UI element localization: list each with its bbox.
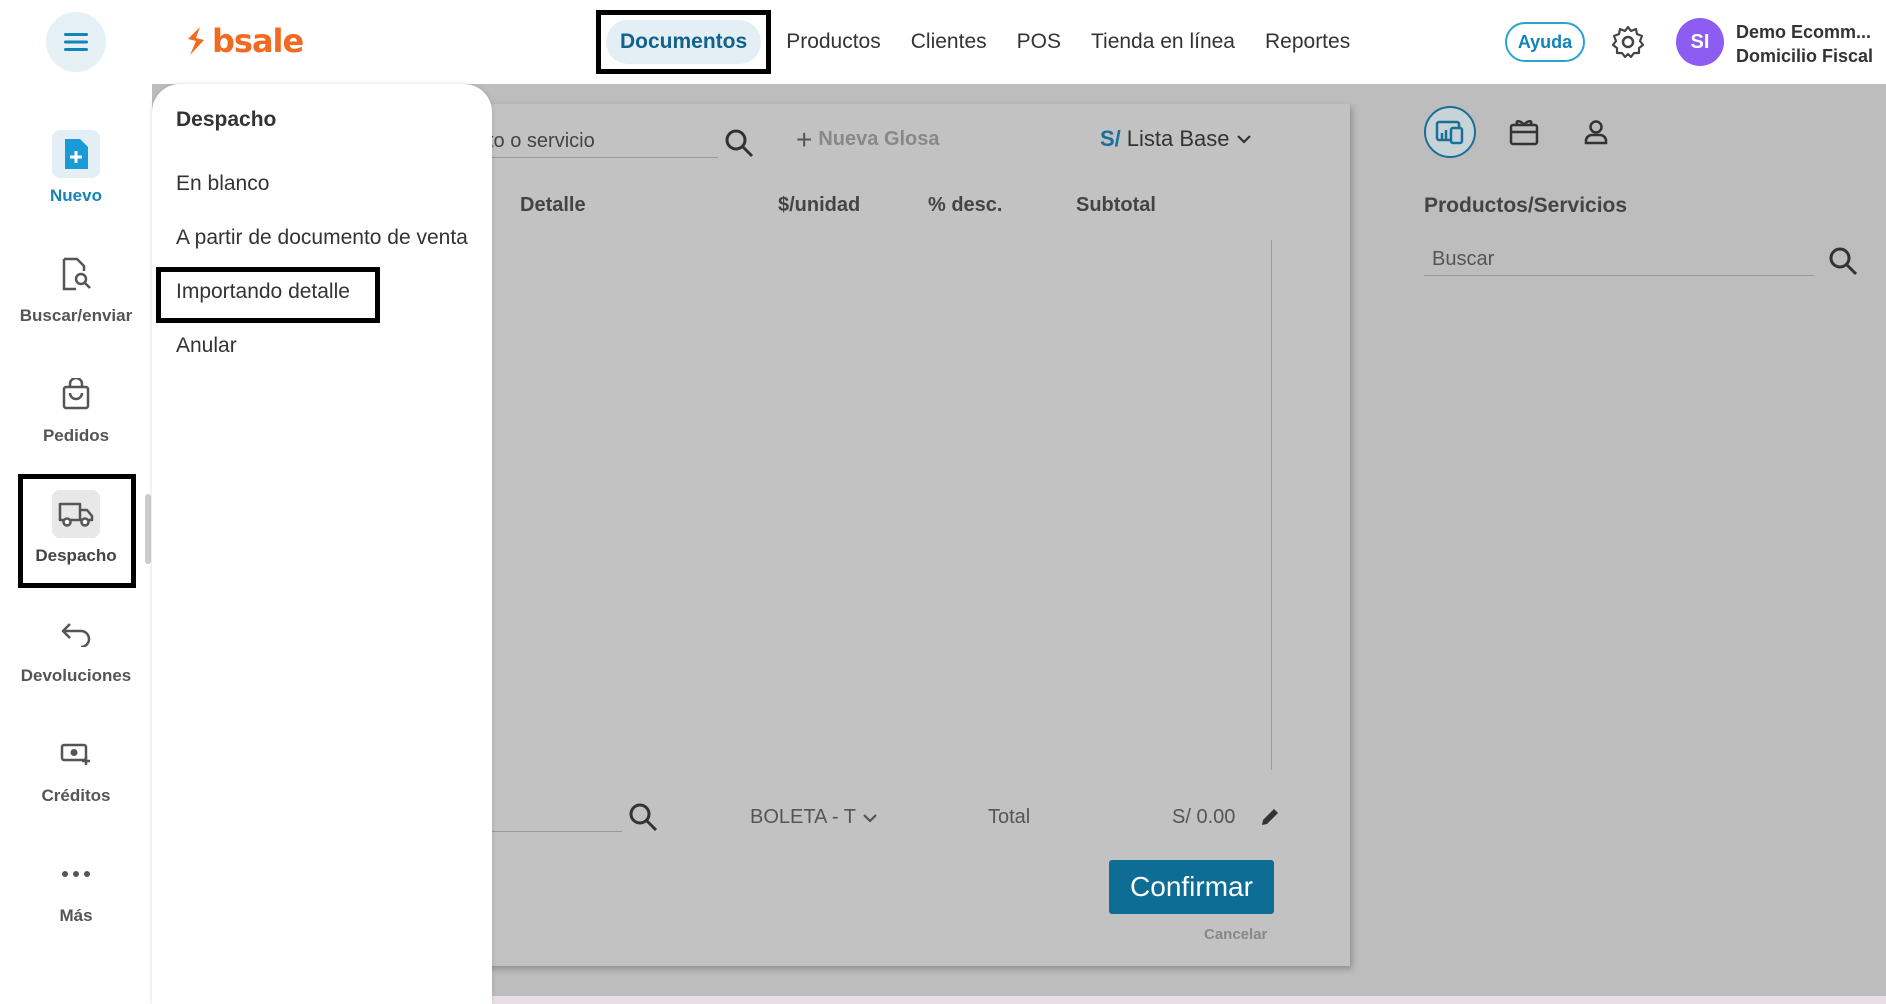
hamburger-menu-button[interactable]: [46, 12, 106, 72]
right-panel-search-input[interactable]: Buscar: [1424, 244, 1814, 276]
sidebar-item-label: Pedidos: [42, 426, 110, 445]
shopping-bag-icon: [52, 370, 100, 418]
hamburger-icon: [64, 33, 88, 51]
money-plus-icon: [52, 730, 100, 778]
nav-item-clientes[interactable]: Clientes: [896, 30, 1002, 54]
sidebar-item-pedidos[interactable]: Pedidos: [0, 370, 152, 446]
sidebar-item-label: Buscar/enviar: [19, 306, 133, 325]
sidebar-item-mas[interactable]: Más: [0, 850, 152, 926]
cancel-link[interactable]: Cancelar: [1204, 926, 1267, 943]
logo-text: bsale: [212, 22, 304, 60]
person-icon: [1584, 120, 1608, 145]
menu-item-anular[interactable]: Anular: [176, 334, 237, 358]
search-icon[interactable]: [724, 128, 754, 158]
confirm-button[interactable]: Confirmar: [1109, 860, 1274, 914]
gear-icon[interactable]: [1610, 24, 1646, 60]
table-scrollbar[interactable]: [1271, 240, 1272, 770]
gift-card-icon: [1509, 120, 1539, 146]
sidebar-item-creditos[interactable]: Créditos: [0, 730, 152, 806]
importando-detalle-highlight-box: [156, 267, 380, 323]
return-arrow-icon: [52, 610, 100, 658]
main-nav: Documentos Productos Clientes POS Tienda…: [596, 8, 1365, 76]
sidebar-item-nuevo[interactable]: Nuevo: [0, 130, 152, 206]
plus-icon: +: [796, 123, 813, 155]
bsale-logo-icon: [188, 27, 204, 55]
sidebar-item-label: Créditos: [41, 786, 111, 805]
top-bar: bsale Documentos Productos Clientes POS …: [0, 0, 1886, 84]
document-type-label: BOLETA - T: [750, 806, 856, 828]
column-header-unit-price: $/unidad: [778, 194, 861, 216]
sidebar-item-label: Más: [59, 906, 93, 925]
nav-item-documentos[interactable]: Documentos: [606, 20, 762, 64]
menu-item-desde-documento-venta[interactable]: A partir de documento de venta: [176, 226, 468, 250]
despacho-menu: Despacho En blanco A partir de documento…: [152, 84, 492, 1004]
logo[interactable]: bsale: [184, 22, 304, 60]
user-name: Demo Ecomm...: [1736, 22, 1872, 42]
search-icon[interactable]: [1828, 246, 1858, 276]
client-search-input[interactable]: [488, 804, 622, 832]
more-dots-icon: [52, 850, 100, 898]
nav-item-tienda-en-linea[interactable]: Tienda en línea: [1076, 30, 1250, 54]
sidebar-item-label: Nuevo: [50, 186, 102, 205]
avatar[interactable]: SI: [1676, 18, 1724, 66]
new-glosa-button[interactable]: + Nueva Glosa: [796, 123, 940, 155]
pencil-icon[interactable]: [1259, 806, 1281, 828]
column-header-detalle: Detalle: [520, 194, 586, 216]
product-search-input[interactable]: to o servicio: [488, 128, 718, 158]
currency-symbol: S/: [1100, 126, 1121, 151]
document-search-icon: [52, 250, 100, 298]
new-document-icon: [52, 130, 100, 178]
tab-gift-cards[interactable]: [1498, 106, 1550, 158]
total-value: S/ 0.00: [1172, 806, 1236, 828]
document-card: [470, 104, 1350, 966]
help-button[interactable]: Ayuda: [1505, 22, 1585, 62]
price-list-label: Lista Base: [1126, 126, 1230, 151]
sidebar-item-buscar-enviar[interactable]: Buscar/enviar: [0, 250, 152, 326]
document-type-selector[interactable]: BOLETA - T: [750, 806, 878, 829]
tab-products[interactable]: [1424, 106, 1476, 158]
devices-icon: [1435, 120, 1464, 145]
column-header-subtotal: Subtotal: [1076, 194, 1156, 216]
price-list-selector[interactable]: S/ Lista Base: [1100, 126, 1252, 152]
nav-item-documentos-highlight: Documentos: [596, 10, 772, 74]
user-info[interactable]: Demo Ecomm... Domicilio Fiscal: [1736, 20, 1873, 68]
nav-item-pos[interactable]: POS: [1002, 30, 1076, 54]
sidebar-item-devoluciones[interactable]: Devoluciones: [0, 610, 152, 686]
menu-title: Despacho: [176, 108, 277, 131]
nav-item-reportes[interactable]: Reportes: [1250, 30, 1365, 54]
sidebar-scrollbar[interactable]: [145, 494, 151, 564]
column-header-discount: % desc.: [928, 194, 1003, 216]
new-glosa-label: Nueva Glosa: [818, 128, 940, 150]
user-subtitle: Domicilio Fiscal: [1736, 46, 1874, 66]
total-label: Total: [988, 806, 1031, 828]
client-search-icon[interactable]: [628, 802, 658, 832]
nav-item-productos[interactable]: Productos: [771, 30, 896, 54]
right-panel-title: Productos/Servicios: [1424, 194, 1628, 217]
chevron-down-icon: [1236, 135, 1251, 144]
sidebar-item-label: Devoluciones: [20, 666, 132, 685]
despacho-highlight-box: [18, 474, 136, 588]
tab-client[interactable]: [1570, 106, 1622, 158]
left-sidebar: Nuevo Buscar/enviar Pedidos Despacho Dev…: [0, 84, 152, 1004]
menu-item-en-blanco[interactable]: En blanco: [176, 172, 269, 196]
chevron-down-icon: [863, 813, 877, 823]
